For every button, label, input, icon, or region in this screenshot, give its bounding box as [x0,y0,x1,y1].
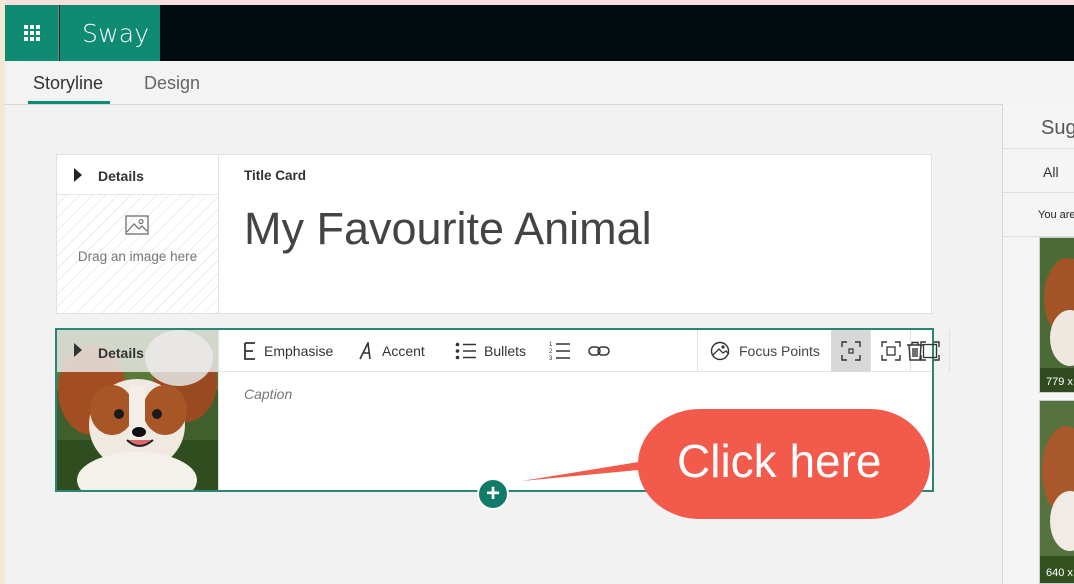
focus-points-button[interactable]: Focus Points [710,330,820,372]
emphasise-button[interactable]: Emphasise [243,330,333,372]
view-tabs: Storyline Design [5,61,1003,105]
caret-right-icon [74,343,82,357]
bullets-icon [455,342,477,360]
numbered-list-button[interactable]: 123 [549,330,578,372]
accent-label: Accent [382,343,425,359]
app-launcher-button[interactable] [5,5,59,61]
thumbnail-size: 640 x [1046,567,1073,579]
add-card-button[interactable]: + [477,478,509,510]
link-button[interactable] [588,330,617,372]
numbered-list-icon: 123 [549,340,571,362]
app-name-tile[interactable]: Sway [60,5,160,61]
title-card-image-drop[interactable]: Details Drag an image here [57,155,219,313]
title-card-details-toggle[interactable]: Details [57,155,218,195]
details-label: Details [98,345,144,361]
crop-focus-button[interactable] [831,330,870,372]
image-icon [125,215,149,235]
panel-title: Sug [1041,117,1074,139]
suggested-image-thumbnail[interactable]: 640 x [1039,400,1074,584]
focus-points-icon [710,341,732,361]
toolbar-divider [949,330,950,372]
title-text[interactable]: My Favourite Animal [244,203,652,255]
bullets-button[interactable]: Bullets [455,330,526,372]
divider [1003,148,1074,149]
bullets-label: Bullets [484,343,527,359]
caption-input[interactable]: Caption [244,386,292,402]
app-bar: Sway [5,5,1074,61]
callout-text: Click here [677,435,882,487]
app-name: Sway [82,19,150,48]
link-icon [588,344,610,358]
tab-storyline[interactable]: Storyline [33,73,103,94]
dog-photo[interactable]: Details [57,330,219,490]
suggestions-panel: Sug All You are 779 x 640 x [1002,105,1074,584]
focus-points-label: Focus Points [739,343,820,359]
svg-text:2: 2 [549,349,553,355]
drag-image-hint: Drag an image here [77,249,198,264]
panel-note: You are [1038,209,1074,221]
title-card[interactable]: Details Drag an image here Title Card My… [56,154,932,314]
thumbnail-size: 779 x [1046,376,1073,388]
toolbar-divider [697,330,698,372]
accent-icon [359,342,375,360]
tab-design[interactable]: Design [144,73,200,94]
image-card-toolbar: Emphasise Accent Bullets 123 Focus Point… [219,330,950,372]
active-tab-indicator [28,101,110,104]
details-label: Details [98,168,144,184]
emphasise-icon [243,342,257,360]
divider [1003,192,1074,193]
card-type-label: Title Card [244,168,307,183]
suggested-image-thumbnail[interactable]: 779 x [1039,237,1074,393]
emphasise-label: Emphasise [264,343,334,359]
app-launcher-icon [23,25,40,41]
delete-card-button[interactable] [895,330,934,372]
svg-text:1: 1 [549,342,553,348]
trash-icon [906,341,923,361]
svg-text:3: 3 [549,356,553,362]
image-card-details-toggle[interactable]: Details [57,330,218,372]
crop-focus-icon [840,341,861,361]
accent-button[interactable]: Accent [359,330,425,372]
filter-all[interactable]: All [1043,164,1059,180]
caret-right-icon [74,168,82,182]
